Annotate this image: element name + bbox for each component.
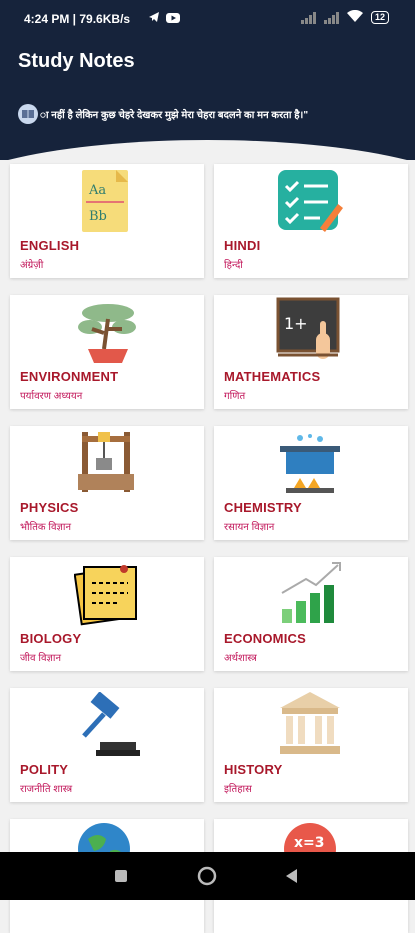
well-icon xyxy=(76,428,144,496)
subject-card-polity[interactable]: POLITY राजनीति शास्त्र xyxy=(10,688,204,802)
subject-card-physics[interactable]: PHYSICS भौतिक विज्ञान xyxy=(10,426,204,540)
svg-text:Aa: Aa xyxy=(88,183,106,198)
subject-subtitle: भौतिक विज्ञान xyxy=(20,522,72,533)
telegram-icon xyxy=(148,11,160,26)
subject-name: POLITY xyxy=(20,762,69,777)
back-button[interactable] xyxy=(284,868,298,889)
subject-name: HISTORY xyxy=(224,762,283,777)
subject-card-economics[interactable]: ECONOMICS अर्थशास्त्र xyxy=(214,557,408,671)
subject-card-chemistry[interactable]: CHEMISTRY रसायन विज्ञान xyxy=(214,426,408,540)
subject-name: HINDI xyxy=(224,238,261,253)
home-button[interactable] xyxy=(197,866,217,891)
quote-banner: ा नहीं है लेकिन कुछ चेहरे देखकर मुझे मेर… xyxy=(18,104,413,124)
subject-card-biology[interactable]: BIOLOGY जीव विज्ञान xyxy=(10,557,204,671)
svg-text:1+: 1+ xyxy=(284,314,308,333)
book-icon xyxy=(18,104,38,124)
subject-name: ENGLISH xyxy=(20,238,80,253)
subject-card-mathematics[interactable]: 1+ MATHEMATICS गणित xyxy=(214,295,408,409)
status-bar: 4:24 PM | 79.6KB/s 12 xyxy=(0,0,415,36)
notebook-icon: Aa Bb xyxy=(80,168,148,236)
svg-text:x=3: x=3 xyxy=(294,835,325,851)
youtube-icon xyxy=(166,12,180,26)
system-nav-bar xyxy=(0,852,415,900)
checklist-icon xyxy=(276,168,344,236)
subject-subtitle: जीव विज्ञान xyxy=(20,653,62,664)
page-title: Study Notes xyxy=(18,50,135,72)
subject-name: ECONOMICS xyxy=(224,631,306,646)
battery-icon: 12 xyxy=(370,11,389,24)
growth-chart-icon xyxy=(276,559,344,627)
museum-icon xyxy=(276,690,344,758)
wifi-icon xyxy=(346,9,363,25)
subject-name: CHEMISTRY xyxy=(224,500,302,515)
boiling-pot-icon xyxy=(276,432,344,500)
svg-text:Bb: Bb xyxy=(89,209,107,224)
blackboard-icon: 1+ xyxy=(276,297,344,365)
subject-subtitle: गणित xyxy=(224,391,246,402)
quote-text: ा नहीं है लेकिन कुछ चेहरे देखकर मुझे मेर… xyxy=(40,110,309,121)
subject-card-hindi[interactable]: HINDI हिन्दी xyxy=(214,164,408,278)
subject-subtitle: हिन्दी xyxy=(224,260,243,271)
sticky-notes-icon xyxy=(73,561,142,629)
subject-card-english[interactable]: Aa Bb ENGLISH अंग्रेज़ी xyxy=(10,164,204,278)
subject-subtitle: अंग्रेज़ी xyxy=(20,260,44,271)
signal-icon xyxy=(323,11,339,24)
subject-name: BIOLOGY xyxy=(20,631,82,646)
subject-name: MATHEMATICS xyxy=(224,369,321,384)
recents-button[interactable] xyxy=(114,869,128,888)
signal-icon xyxy=(300,11,316,24)
subject-subtitle: इतिहास xyxy=(224,784,252,795)
status-time: 4:24 PM | 79.6KB/s xyxy=(24,12,131,26)
bonsai-icon xyxy=(74,299,142,367)
subject-name: ENVIRONMENT xyxy=(20,369,119,384)
subject-subtitle: रसायन विज्ञान xyxy=(224,522,275,533)
subject-card-history[interactable]: HISTORY इतिहास xyxy=(214,688,408,802)
app-header: 4:24 PM | 79.6KB/s 12 Study Notes ा नहीं… xyxy=(0,0,415,160)
subject-subtitle: अर्थशास्त्र xyxy=(224,653,257,664)
subject-card-environment[interactable]: ENVIRONMENT पर्यावरण अध्ययन xyxy=(10,295,204,409)
subject-name: PHYSICS xyxy=(20,500,79,515)
subject-subtitle: पर्यावरण अध्ययन xyxy=(20,391,83,402)
subject-subtitle: राजनीति शास्त्र xyxy=(20,784,73,795)
gavel-icon xyxy=(74,691,142,760)
